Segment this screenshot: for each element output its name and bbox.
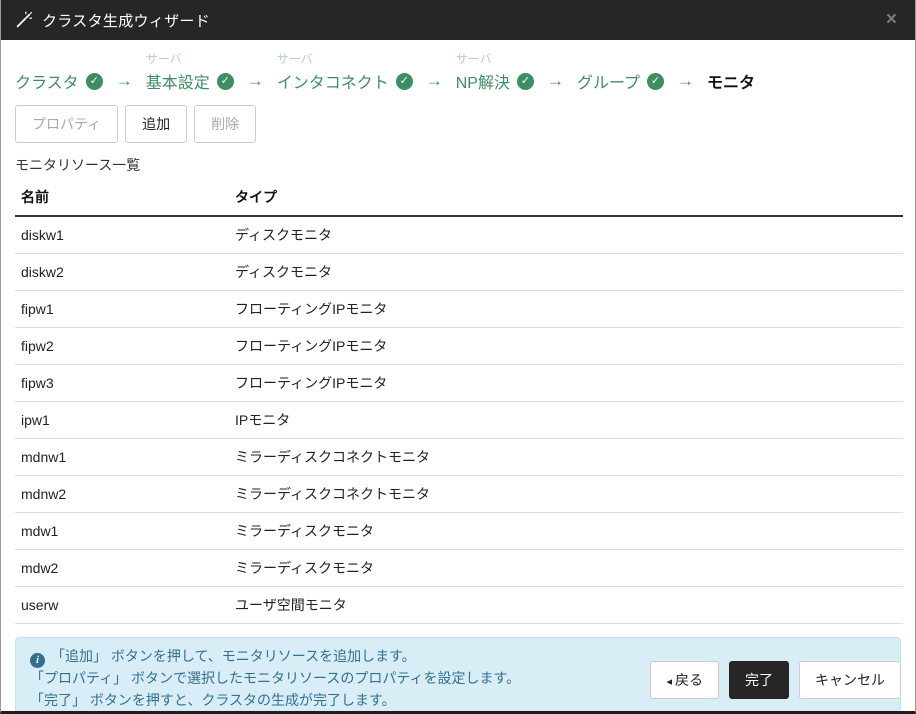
add-button[interactable]: 追加 — [125, 105, 188, 143]
step-label: グループ — [576, 75, 640, 92]
cell-name: fipw2 — [15, 327, 229, 365]
step-label: NP解決 — [455, 75, 510, 92]
property-button[interactable]: プロパティ — [15, 105, 119, 143]
check-circle-icon: ✓ — [216, 72, 234, 90]
monitor-resource-table: 名前 タイプ diskw1 ディスクモニタ diskw2 ディスクモニタ fip… — [15, 179, 903, 624]
back-button[interactable]: ◂ 戻る — [650, 661, 719, 699]
table-row[interactable]: mdnw1 ミラーディスクコネクトモニタ — [15, 438, 903, 476]
close-icon[interactable]: × — [886, 0, 897, 40]
step-arrow: → — [534, 50, 577, 93]
back-arrow-icon: ◂ — [666, 676, 672, 688]
cell-type: ミラーディスクコネクトモニタ — [229, 475, 903, 513]
cluster-wizard-dialog: クラスタ生成ウィザード × クラスタ ✓ → サーバ 基本設定 ✓ → サーバ … — [0, 0, 916, 714]
step-arrow: → — [413, 50, 456, 93]
cell-name: mdw2 — [15, 549, 229, 587]
monitor-resource-list-title: モニタリソース一覧 — [15, 157, 141, 173]
step-label: 基本設定 — [145, 75, 210, 92]
table-row[interactable]: userw ユーザ空間モニタ — [15, 586, 903, 624]
step-arrow: → — [664, 50, 707, 93]
step-sub-label — [577, 50, 664, 69]
cell-type: ユーザ空間モニタ — [229, 586, 903, 624]
step-np-resolution: サーバ NP解決 ✓ — [456, 50, 534, 93]
cell-name: mdnw2 — [15, 475, 229, 513]
step-sub-label: サーバ — [145, 52, 182, 66]
cell-type: ミラーディスクモニタ — [229, 549, 903, 587]
table-header-row: 名前 タイプ — [15, 179, 903, 217]
cell-type: ディスクモニタ — [229, 216, 903, 254]
cell-name: fipw3 — [15, 364, 229, 402]
table-row[interactable]: fipw1 フローティングIPモニタ — [15, 290, 903, 328]
info-icon: i — [30, 653, 45, 669]
finish-button[interactable]: 完了 — [729, 661, 789, 699]
step-sub-label — [707, 50, 755, 69]
step-basic-settings: サーバ 基本設定 ✓ — [146, 50, 234, 93]
table-row[interactable]: mdw2 ミラーディスクモニタ — [15, 549, 903, 587]
step-sub-label: サーバ — [276, 52, 313, 66]
step-arrow: → — [234, 50, 277, 93]
table-row[interactable]: fipw3 フローティングIPモニタ — [15, 364, 903, 402]
arrow-right-icon: → — [425, 71, 443, 90]
check-circle-icon: ✓ — [395, 72, 413, 90]
dialog-title: クラスタ生成ウィザード — [42, 12, 211, 30]
cell-name: diskw2 — [15, 253, 229, 291]
cell-name: mdnw1 — [15, 438, 229, 476]
cancel-button[interactable]: キャンセル — [799, 661, 901, 699]
remove-button[interactable]: 削除 — [194, 105, 257, 143]
arrow-right-icon: → — [546, 71, 564, 90]
cell-type: IPモニタ — [229, 401, 903, 439]
table-row[interactable]: diskw2 ディスクモニタ — [15, 253, 903, 291]
arrow-right-icon: → — [115, 71, 133, 90]
step-label: クラスタ — [15, 75, 79, 92]
step-cluster: クラスタ ✓ — [15, 50, 103, 93]
step-arrow: → — [103, 50, 146, 93]
cell-name: ipw1 — [15, 401, 229, 439]
table-row[interactable]: ipw1 IPモニタ — [15, 401, 903, 439]
step-sub-label: サーバ — [455, 52, 492, 66]
magic-wand-icon — [15, 11, 33, 29]
column-header-name: 名前 — [15, 179, 229, 217]
back-button-label: 戻る — [675, 672, 703, 688]
cell-type: ディスクモニタ — [229, 253, 903, 291]
toolbar: プロパティ 追加 削除 — [1, 105, 915, 143]
cell-name: userw — [15, 586, 229, 624]
cell-type: フローティングIPモニタ — [229, 327, 903, 365]
table-row[interactable]: diskw1 ディスクモニタ — [15, 216, 903, 254]
check-circle-icon: ✓ — [647, 72, 664, 90]
step-sub-label — [15, 50, 103, 69]
arrow-right-icon: → — [677, 71, 694, 90]
step-label: モニタ — [707, 75, 756, 92]
wizard-breadcrumb: クラスタ ✓ → サーバ 基本設定 ✓ → サーバ インタコネクト ✓ → サー… — [1, 40, 915, 105]
info-text: 「追加」 ボタンを押して、モニタリソースを追加します。 — [51, 648, 416, 664]
step-group: グループ ✓ — [577, 50, 664, 93]
titlebar: クラスタ生成ウィザード × — [1, 0, 915, 40]
cell-type: フローティングIPモニタ — [229, 290, 903, 328]
table-row[interactable]: mdw1 ミラーディスクモニタ — [15, 512, 903, 550]
table-row[interactable]: mdnw2 ミラーディスクコネクトモニタ — [15, 475, 903, 513]
table-row[interactable]: fipw2 フローティングIPモニタ — [15, 327, 903, 365]
step-label: インタコネクト — [276, 75, 389, 92]
column-header-type: タイプ — [229, 179, 903, 217]
cell-name: mdw1 — [15, 512, 229, 550]
cell-name: fipw1 — [15, 290, 229, 328]
check-circle-icon: ✓ — [516, 72, 534, 90]
step-monitor-current: モニタ — [707, 50, 755, 93]
cell-type: フローティングIPモニタ — [229, 364, 903, 402]
check-circle-icon: ✓ — [85, 72, 103, 90]
cell-type: ミラーディスクモニタ — [229, 512, 903, 550]
cell-type: ミラーディスクコネクトモニタ — [229, 438, 903, 476]
step-interconnect: サーバ インタコネクト ✓ — [277, 50, 413, 93]
arrow-right-icon: → — [246, 71, 264, 90]
cell-name: diskw1 — [15, 216, 229, 254]
footer-buttons: ◂ 戻る 完了 キャンセル — [650, 661, 901, 699]
